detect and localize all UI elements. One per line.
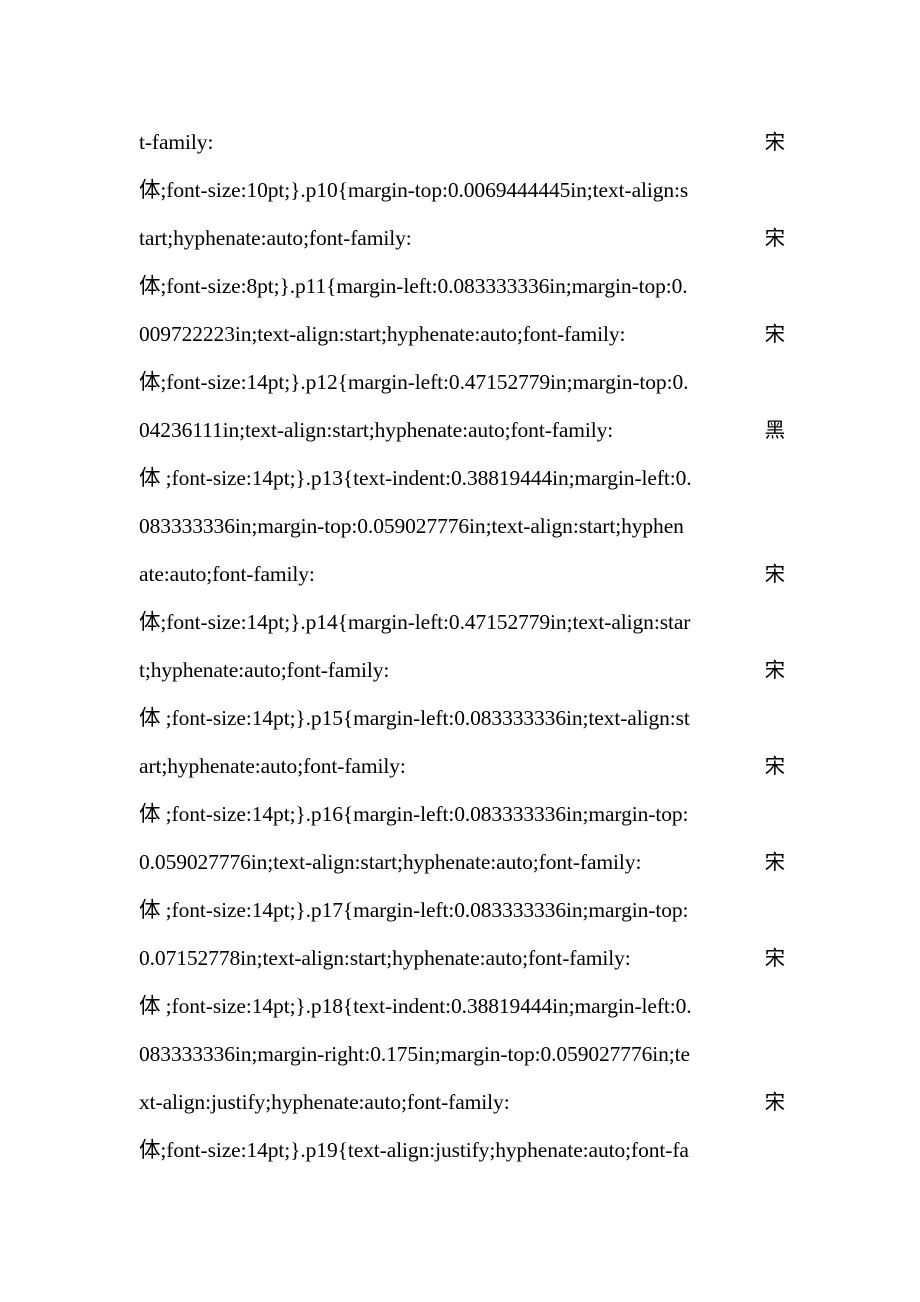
text-line-main: 体 ;font-size:14pt;}.p13{text-indent:0.38… xyxy=(139,466,692,490)
text-line: 体 ;font-size:14pt;}.p15{margin-left:0.08… xyxy=(139,694,785,742)
text-line-trailing-cjk: 宋 xyxy=(764,322,786,346)
text-line: 0.059027776in;text-align:start;hyphenate… xyxy=(139,838,785,886)
text-line-main: 体 ;font-size:14pt;}.p15{margin-left:0.08… xyxy=(139,706,690,730)
text-line-main: tart;hyphenate:auto;font-family: xyxy=(139,226,412,250)
text-line-main: 体;font-size:8pt;}.p11{margin-left:0.0833… xyxy=(139,274,688,298)
text-line: 体 ;font-size:14pt;}.p16{margin-left:0.08… xyxy=(139,790,785,838)
text-line-main: 体;font-size:14pt;}.p19{text-align:justif… xyxy=(139,1138,689,1162)
text-line-main: 体 ;font-size:14pt;}.p17{margin-left:0.08… xyxy=(139,898,689,922)
text-line-main: 083333336in;margin-top:0.059027776in;tex… xyxy=(139,514,684,538)
text-line-main: t;hyphenate:auto;font-family: xyxy=(139,658,390,682)
text-line-trailing-cjk: 宋 xyxy=(764,946,786,970)
text-line-main: 04236111in;text-align:start;hyphenate:au… xyxy=(139,418,614,442)
document-page: t-family: 宋体;font-size:10pt;}.p10{margin-… xyxy=(0,0,920,1302)
text-line-main: 083333336in;margin-right:0.175in;margin-… xyxy=(139,1042,690,1066)
text-line: 体;font-size:14pt;}.p19{text-align:justif… xyxy=(139,1126,785,1174)
text-line-trailing-cjk: 宋 xyxy=(764,850,786,874)
document-text-block: t-family: 宋体;font-size:10pt;}.p10{margin-… xyxy=(139,118,785,1174)
text-line-main: 体;font-size:14pt;}.p12{margin-left:0.471… xyxy=(139,370,689,394)
text-line-trailing-cjk: 宋 xyxy=(764,130,786,154)
text-line-trailing-cjk: 宋 xyxy=(764,226,786,250)
text-line: 083333336in;margin-right:0.175in;margin-… xyxy=(139,1030,785,1078)
text-line: 体 ;font-size:14pt;}.p17{margin-left:0.08… xyxy=(139,886,785,934)
text-line-main: t-family: xyxy=(139,130,214,154)
text-line-main: 体;font-size:10pt;}.p10{margin-top:0.0069… xyxy=(139,178,689,202)
text-line-main: 0.07152778in;text-align:start;hyphenate:… xyxy=(139,946,631,970)
text-line-main: art;hyphenate:auto;font-family: xyxy=(139,754,406,778)
text-line: 009722223in;text-align:start;hyphenate:a… xyxy=(139,310,785,358)
text-line-trailing-cjk: 宋 xyxy=(764,562,786,586)
text-line-trailing-cjk: 宋 xyxy=(764,754,786,778)
text-line-main: 体 ;font-size:14pt;}.p16{margin-left:0.08… xyxy=(139,802,689,826)
text-line: tart;hyphenate:auto;font-family: 宋 xyxy=(139,214,785,262)
text-line: 体;font-size:10pt;}.p10{margin-top:0.0069… xyxy=(139,166,785,214)
text-line: 0.07152778in;text-align:start;hyphenate:… xyxy=(139,934,785,982)
text-line-trailing-cjk: 黑 xyxy=(764,418,786,442)
text-line-main: 体 ;font-size:14pt;}.p18{text-indent:0.38… xyxy=(139,994,692,1018)
text-line-main: 0.059027776in;text-align:start;hyphenate… xyxy=(139,850,642,874)
text-line-trailing-cjk: 宋 xyxy=(764,1090,786,1114)
text-line: 体 ;font-size:14pt;}.p18{text-indent:0.38… xyxy=(139,982,785,1030)
text-line: t-family: 宋 xyxy=(139,118,785,166)
text-line: t;hyphenate:auto;font-family: 宋 xyxy=(139,646,785,694)
text-line: 体;font-size:14pt;}.p12{margin-left:0.471… xyxy=(139,358,785,406)
text-line-trailing-cjk: 宋 xyxy=(764,658,786,682)
text-line-main: xt-align:justify;hyphenate:auto;font-fam… xyxy=(139,1090,510,1114)
text-line: 体;font-size:8pt;}.p11{margin-left:0.0833… xyxy=(139,262,785,310)
text-line: 体;font-size:14pt;}.p14{margin-left:0.471… xyxy=(139,598,785,646)
text-line-main: ate:auto;font-family: xyxy=(139,562,315,586)
text-line-main: 体;font-size:14pt;}.p14{margin-left:0.471… xyxy=(139,610,691,634)
text-line: 083333336in;margin-top:0.059027776in;tex… xyxy=(139,502,785,550)
text-line: art;hyphenate:auto;font-family: 宋 xyxy=(139,742,785,790)
text-line: ate:auto;font-family: 宋 xyxy=(139,550,785,598)
text-line: 体 ;font-size:14pt;}.p13{text-indent:0.38… xyxy=(139,454,785,502)
text-line-main: 009722223in;text-align:start;hyphenate:a… xyxy=(139,322,626,346)
text-line: xt-align:justify;hyphenate:auto;font-fam… xyxy=(139,1078,785,1126)
text-line: 04236111in;text-align:start;hyphenate:au… xyxy=(139,406,785,454)
